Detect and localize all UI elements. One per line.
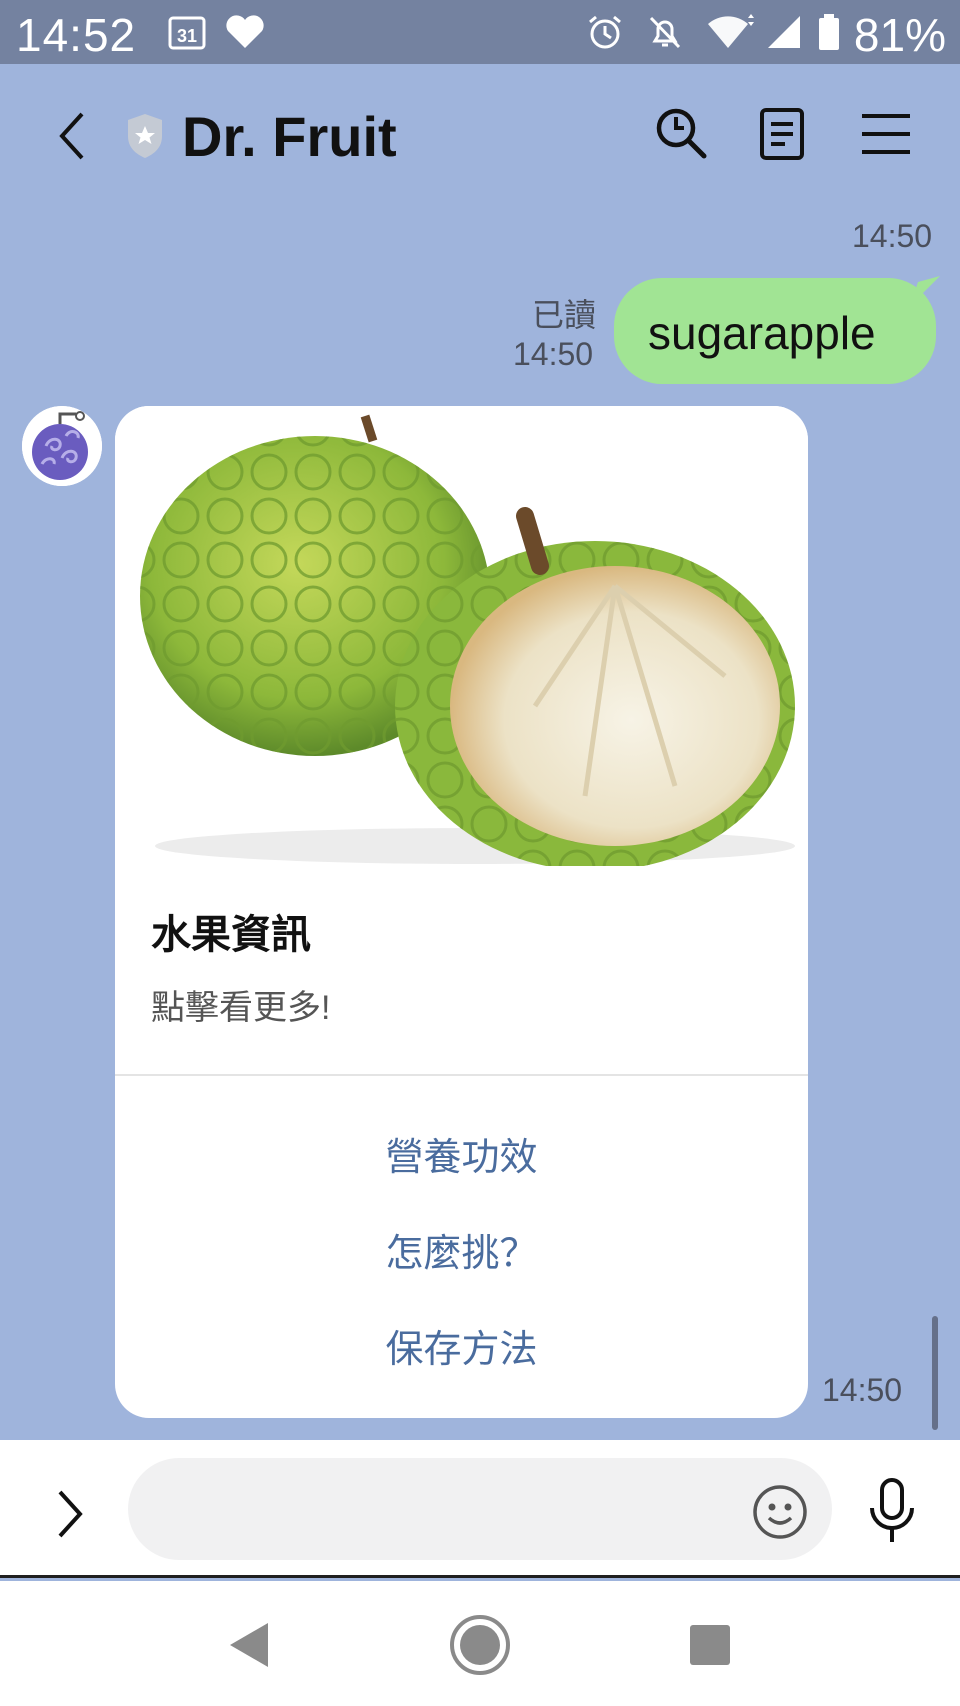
sent-message-bubble[interactable]: sugarapple bbox=[614, 276, 940, 384]
chat-title: Dr. Fruit bbox=[182, 105, 397, 168]
card-subtitle[interactable]: 點擊看更多! bbox=[151, 980, 330, 1029]
nav-home-icon[interactable] bbox=[448, 1613, 512, 1677]
sent-message-text: sugarapple bbox=[648, 307, 876, 359]
status-bar: 14:52 31 81% bbox=[0, 0, 960, 64]
alarm-icon bbox=[589, 15, 621, 49]
action-how-to-choose[interactable]: 怎麼挑？ bbox=[115, 1222, 808, 1277]
emoji-icon[interactable] bbox=[752, 1484, 808, 1540]
verified-shield-icon bbox=[128, 114, 162, 158]
notes-icon[interactable] bbox=[752, 104, 812, 164]
message-input-bar bbox=[0, 1440, 960, 1578]
bubble-tail bbox=[910, 276, 940, 306]
message-timestamp: 14:50 bbox=[852, 218, 933, 254]
message-input[interactable] bbox=[128, 1458, 832, 1560]
status-time: 14:52 bbox=[16, 9, 137, 61]
calendar-icon: 31 bbox=[168, 16, 206, 50]
read-time: 14:50 bbox=[513, 336, 594, 372]
nav-recents-icon[interactable] bbox=[678, 1613, 742, 1677]
calendar-day: 31 bbox=[177, 26, 197, 46]
action-storage-method[interactable]: 保存方法 bbox=[115, 1318, 808, 1373]
expand-chevron-icon[interactable] bbox=[50, 1484, 90, 1544]
heart-icon bbox=[226, 15, 264, 48]
back-arrow-icon[interactable] bbox=[52, 106, 92, 166]
system-nav-bar bbox=[0, 1581, 960, 1706]
received-timestamp: 14:50 bbox=[822, 1372, 903, 1408]
action-nutrition-benefits[interactable]: 營養功效 bbox=[115, 1126, 808, 1181]
chat-header: Dr. Fruit bbox=[0, 64, 960, 214]
menu-icon[interactable] bbox=[856, 104, 916, 164]
battery-icon bbox=[819, 14, 839, 50]
card-divider bbox=[115, 1074, 808, 1076]
notifications-off-icon bbox=[649, 16, 681, 49]
fruit-info-card: 水果資訊 點擊看更多! 營養功效 怎麼挑？ 保存方法 bbox=[115, 406, 808, 1418]
signal-icon bbox=[768, 16, 800, 48]
wifi-icon bbox=[708, 14, 754, 48]
read-receipt: 已讀 bbox=[532, 297, 597, 333]
search-icon[interactable] bbox=[652, 104, 712, 164]
devil-fruit-avatar-icon bbox=[22, 406, 102, 486]
card-title: 水果資訊 bbox=[151, 913, 311, 957]
bot-avatar[interactable] bbox=[22, 406, 102, 486]
sugar-apple-image[interactable] bbox=[115, 406, 808, 866]
battery-percent: 81% bbox=[853, 9, 946, 61]
chat-scrollbar[interactable] bbox=[932, 1316, 938, 1430]
nav-back-icon[interactable] bbox=[216, 1613, 280, 1677]
microphone-icon[interactable] bbox=[866, 1476, 918, 1546]
